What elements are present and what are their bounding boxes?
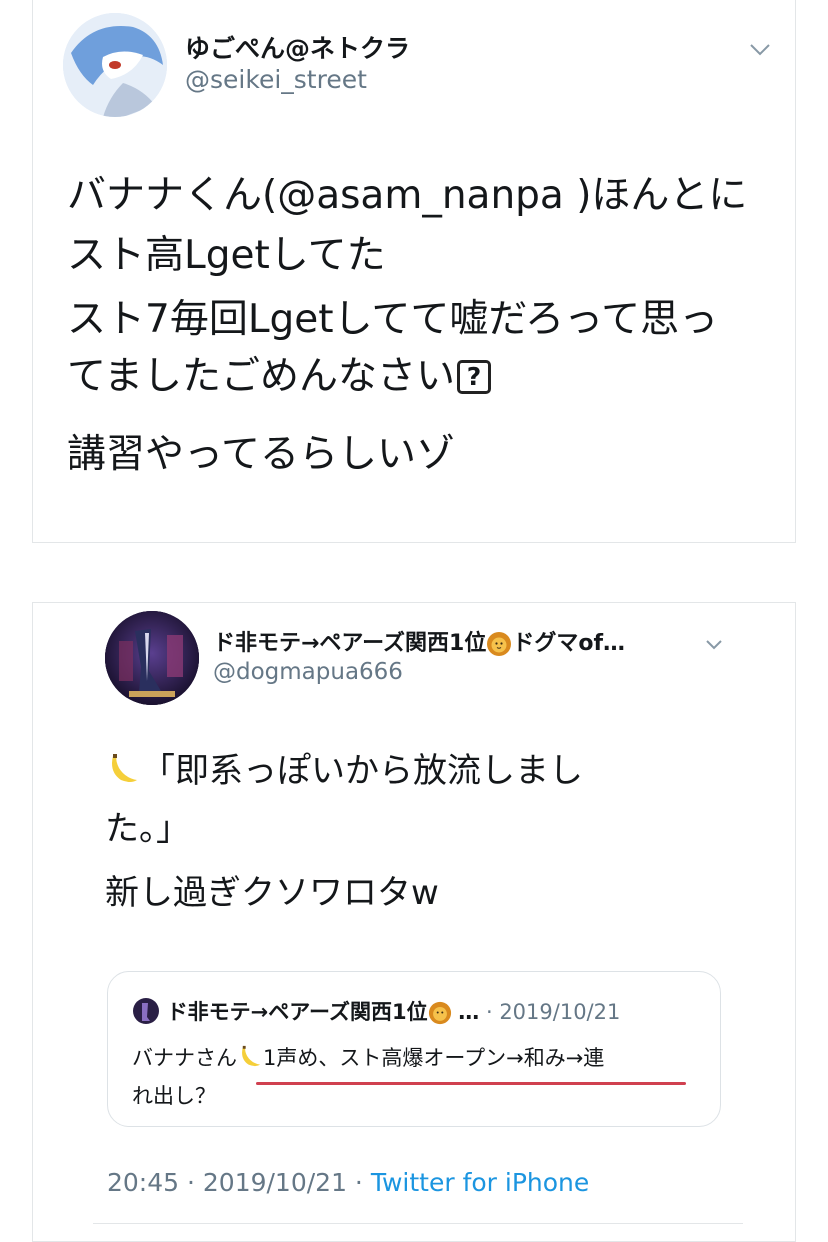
tweet-text-line: 「即系っぽいから放流しまし <box>105 743 583 792</box>
display-name-text: ド非モテ→ペアーズ関西1位 <box>213 631 487 656</box>
banana-emoji <box>112 754 137 782</box>
banana-emoji <box>242 1045 261 1067</box>
quoted-date: · 2019/10/21 <box>485 1000 621 1024</box>
quoted-header: ド非モテ→ペアーズ関西1位 … · 2019/10/21 <box>132 996 620 1026</box>
quoted-display-name: ド非モテ→ペアーズ関西1位 <box>166 1000 428 1024</box>
quoted-text-segment: 1声め、スト高爆オープン→和み→連 <box>263 1046 605 1070</box>
tweet-card-1: ゆごぺん@ネトクラ @seikei_street バナナくん(@asam_nan… <box>32 0 796 543</box>
chevron-down-icon[interactable] <box>749 43 771 57</box>
tweet-text-line: 講習やってるらしいゾ <box>67 432 456 477</box>
tweet-text-line: スト7毎回Lgetしてて嘘だろって思っ <box>67 297 719 342</box>
tweet-text-line: てましたごめんなさい? <box>67 345 492 401</box>
tweet-footer: 20:45 · 2019/10/21 · Twitter for iPhone <box>107 1168 589 1197</box>
tweet-text-segment: てましたごめんなさい <box>67 354 456 399</box>
tweet-text-segment: 「即系っぽいから放流しまし <box>141 751 583 791</box>
tweet-text-line: バナナくん(@asam_nanpa )ほんとに <box>67 173 748 218</box>
chevron-down-icon[interactable] <box>705 639 723 651</box>
question-mark-emoji: ? <box>457 360 492 394</box>
tweet-card-2: ド非モテ→ペアーズ関西1位 ドグマof… @dogmapua666 「即系っぽいか… <box>32 602 796 1242</box>
quoted-tweet[interactable]: ド非モテ→ペアーズ関西1位 … · 2019/10/21 バナナさん 1声め、スト… <box>107 971 721 1127</box>
timestamp[interactable]: 20:45 · 2019/10/21 · <box>107 1168 371 1197</box>
display-name[interactable]: ゆごぺん@ネトクラ <box>185 29 410 65</box>
display-name-text: ドグマof… <box>512 631 626 656</box>
quoted-text-segment: バナナさん <box>132 1046 237 1070</box>
tweet-text-line: 新し過ぎクソワロタw <box>105 873 439 913</box>
quoted-ellipsis: … <box>458 1000 480 1024</box>
tweet-text-line: スト高Lgetしてた <box>67 233 386 278</box>
red-underline-mark <box>256 1082 686 1085</box>
quoted-text-line: バナナさん 1声め、スト高爆オープン→和み→連 <box>132 1042 604 1072</box>
avatar[interactable] <box>105 611 199 705</box>
divider <box>93 1223 743 1224</box>
client-link[interactable]: Twitter for iPhone <box>371 1168 589 1197</box>
lion-emoji <box>487 632 512 656</box>
avatar <box>133 998 159 1024</box>
avatar[interactable] <box>63 13 167 117</box>
tweet-text-line: た。」 <box>105 809 190 849</box>
display-name[interactable]: ド非モテ→ペアーズ関西1位 ドグマof… <box>213 625 625 657</box>
handle[interactable]: @dogmapua666 <box>213 659 403 685</box>
lion-emoji <box>428 1001 451 1025</box>
quoted-text-line: れ出し？ <box>132 1084 216 1108</box>
handle[interactable]: @seikei_street <box>185 65 367 94</box>
